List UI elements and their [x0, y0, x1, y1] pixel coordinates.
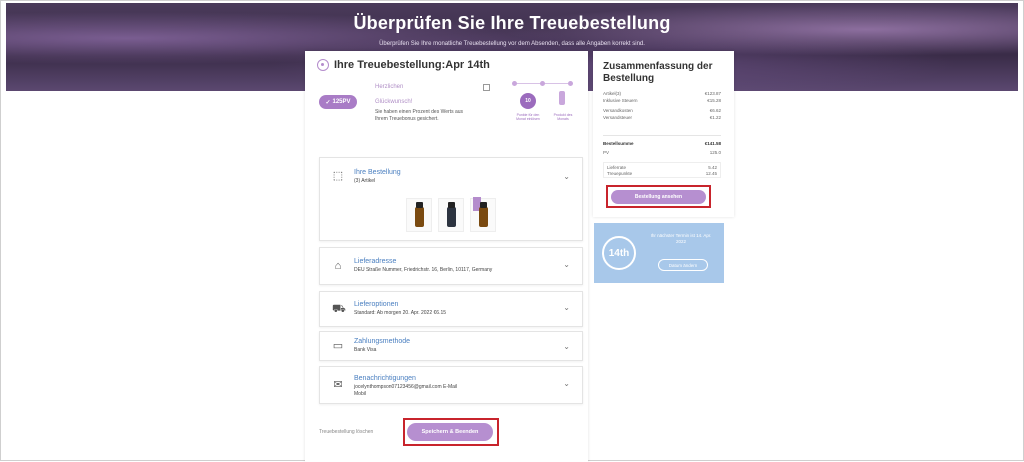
check-icon: ✓ — [325, 99, 331, 106]
section-subtitle: DEU Straße Nummer, Friedrichstr. 16, Ber… — [354, 267, 493, 273]
section-order-items[interactable]: ⬚ Ihre Bestellung (3) Artikel ⌄ — [319, 157, 583, 241]
summary-box-label: Lieferrate — [607, 165, 627, 170]
location-pin-icon — [317, 59, 329, 71]
box-icon: ⬚ — [332, 170, 344, 182]
section-delivery-address[interactable]: ⌂ Lieferadresse DEU Straße Nummer, Fried… — [319, 247, 583, 285]
order-summary-card: Zusammenfassung der Bestellung Artikel(3… — [593, 51, 734, 217]
progress-dot — [540, 81, 545, 86]
summary-value: €6.62 — [709, 108, 721, 113]
summary-value: €1.22 — [709, 115, 721, 120]
next-date-day: 14th — [608, 247, 630, 259]
truck-icon: ⛟ — [332, 303, 346, 315]
chevron-down-icon[interactable]: ⌄ — [563, 303, 570, 312]
congrats-title: Glückwunsch! — [375, 99, 413, 105]
product-thumbnail[interactable] — [470, 197, 496, 232]
summary-value: €15.28 — [707, 98, 721, 103]
order-card: Ihre Treuebestellung:Apr 14th ✓ 125PV He… — [305, 51, 588, 462]
divider — [603, 135, 721, 136]
view-order-button[interactable]: Bestellung ansehen — [611, 190, 706, 204]
chevron-down-icon[interactable]: ⌄ — [563, 379, 570, 388]
summary-row: Artikel(3) €123.87 — [603, 91, 721, 96]
page-title: Überprüfen Sie Ihre Treuebestellung — [353, 13, 671, 33]
summary-pv-row: PV 125.0 — [603, 150, 721, 155]
progress-label-a: Punkte für den Monat einlösen — [516, 113, 540, 121]
summary-pv-label: PV — [603, 150, 610, 155]
section-title: Lieferoptionen — [354, 301, 399, 308]
section-subtitle: Bank Visa — [354, 347, 377, 353]
summary-box-row: Lieferrate 5.42 — [607, 165, 717, 170]
summary-total-row: Bestellsumme €141.58 — [603, 141, 721, 146]
section-subtitle: (3) Artikel — [354, 178, 376, 184]
gift-icon — [483, 84, 490, 91]
chevron-down-icon[interactable]: ⌄ — [563, 260, 570, 269]
summary-row: Inklusive Steuern €15.28 — [603, 98, 721, 103]
card-icon: ▭ — [332, 340, 344, 352]
product-bottle — [479, 202, 488, 227]
home-icon: ⌂ — [334, 260, 342, 272]
product-thumbnail[interactable] — [406, 198, 432, 232]
summary-value: €123.87 — [704, 91, 721, 96]
save-and-exit-button[interactable]: Speichern & Beenden — [407, 423, 493, 441]
section-title: Zahlungsmethode — [354, 338, 411, 345]
progress-current: 10 — [520, 93, 536, 109]
pv-value: 125PV — [332, 99, 351, 105]
product-thumbnails — [406, 197, 496, 234]
progress-dot — [568, 81, 573, 86]
summary-total-label: Bestellsumme — [603, 141, 634, 146]
next-date-text: Ihr nächster Termin ist 14. Apr. 2022 — [650, 233, 712, 244]
page-subtitle: Überprüfen Sie Ihre monatliche Treuebest… — [379, 41, 645, 47]
congrats-description: Sie haben einen Prozent des Werts aus Ih… — [375, 109, 464, 122]
section-title: Benachrichtigungen — [354, 375, 416, 382]
summary-label: Versandkosten — [603, 108, 633, 113]
progress-label-b: Produkt des Monats — [553, 113, 573, 121]
chevron-down-icon[interactable]: ⌄ — [563, 172, 570, 181]
product-thumbnail[interactable] — [438, 198, 464, 232]
section-subtitle-2: Mobil — [354, 391, 366, 397]
summary-pv-value: 125.0 — [709, 150, 721, 155]
summary-title: Zusammenfassung der Bestellung — [603, 61, 713, 84]
order-heading-row: Ihre Treuebestellung:Apr 14th — [317, 59, 490, 71]
change-date-button[interactable]: Datum ändern — [658, 259, 708, 271]
next-date-card: 14th Ihr nächster Termin ist 14. Apr. 20… — [594, 223, 724, 283]
order-heading: Ihre Treuebestellung:Apr 14th — [334, 59, 490, 71]
section-notifications[interactable]: ✉ Benachrichtigungen jocelynthompson0712… — [319, 366, 583, 404]
progress-dot — [512, 81, 517, 86]
loyalty-progress: 10 Punkte für den Monat einlösen Produkt… — [510, 81, 580, 125]
summary-label: Versandsteuer — [603, 115, 633, 120]
summary-label: Inklusive Steuern — [603, 98, 638, 103]
summary-box-label: Treuepunkte — [607, 171, 633, 176]
summary-box-value: 12.45 — [705, 171, 717, 176]
chevron-down-icon[interactable]: ⌄ — [563, 342, 570, 351]
calendar-cycle-icon: 14th — [602, 236, 636, 270]
bottle-icon — [559, 91, 565, 105]
delete-order-link[interactable]: Treuebestellung löschen — [319, 429, 373, 435]
pv-badge: ✓ 125PV — [319, 95, 357, 109]
page-frame: Überprüfen Sie Ihre Treuebestellung Über… — [0, 0, 1024, 462]
summary-label: Artikel(3) — [603, 91, 622, 96]
summary-box-row: Treuepunkte 12.45 — [607, 171, 717, 176]
section-payment-method[interactable]: ▭ Zahlungsmethode Bank Visa ⌄ — [319, 331, 583, 361]
product-bottle — [447, 202, 456, 227]
summary-box-value: 5.42 — [708, 165, 717, 170]
section-title: Ihre Bestellung — [354, 169, 401, 176]
section-subtitle: jocelynthompson07123456@gmail.com E-Mail — [354, 384, 458, 390]
section-title: Lieferadresse — [354, 258, 397, 265]
envelope-icon: ✉ — [333, 379, 343, 391]
summary-row: Versandsteuer €1.22 — [603, 115, 721, 120]
congrats-label: Herzlichen — [375, 84, 404, 90]
summary-total-value: €141.58 — [704, 141, 721, 146]
product-bottle — [415, 202, 424, 227]
section-subtitle: Standard: Ab morgen 20. Apr. 2022 €6.15 — [354, 310, 447, 316]
summary-row: Versandkosten €6.62 — [603, 108, 721, 113]
section-delivery-options[interactable]: ⛟ Lieferoptionen Standard: Ab morgen 20.… — [319, 291, 583, 327]
